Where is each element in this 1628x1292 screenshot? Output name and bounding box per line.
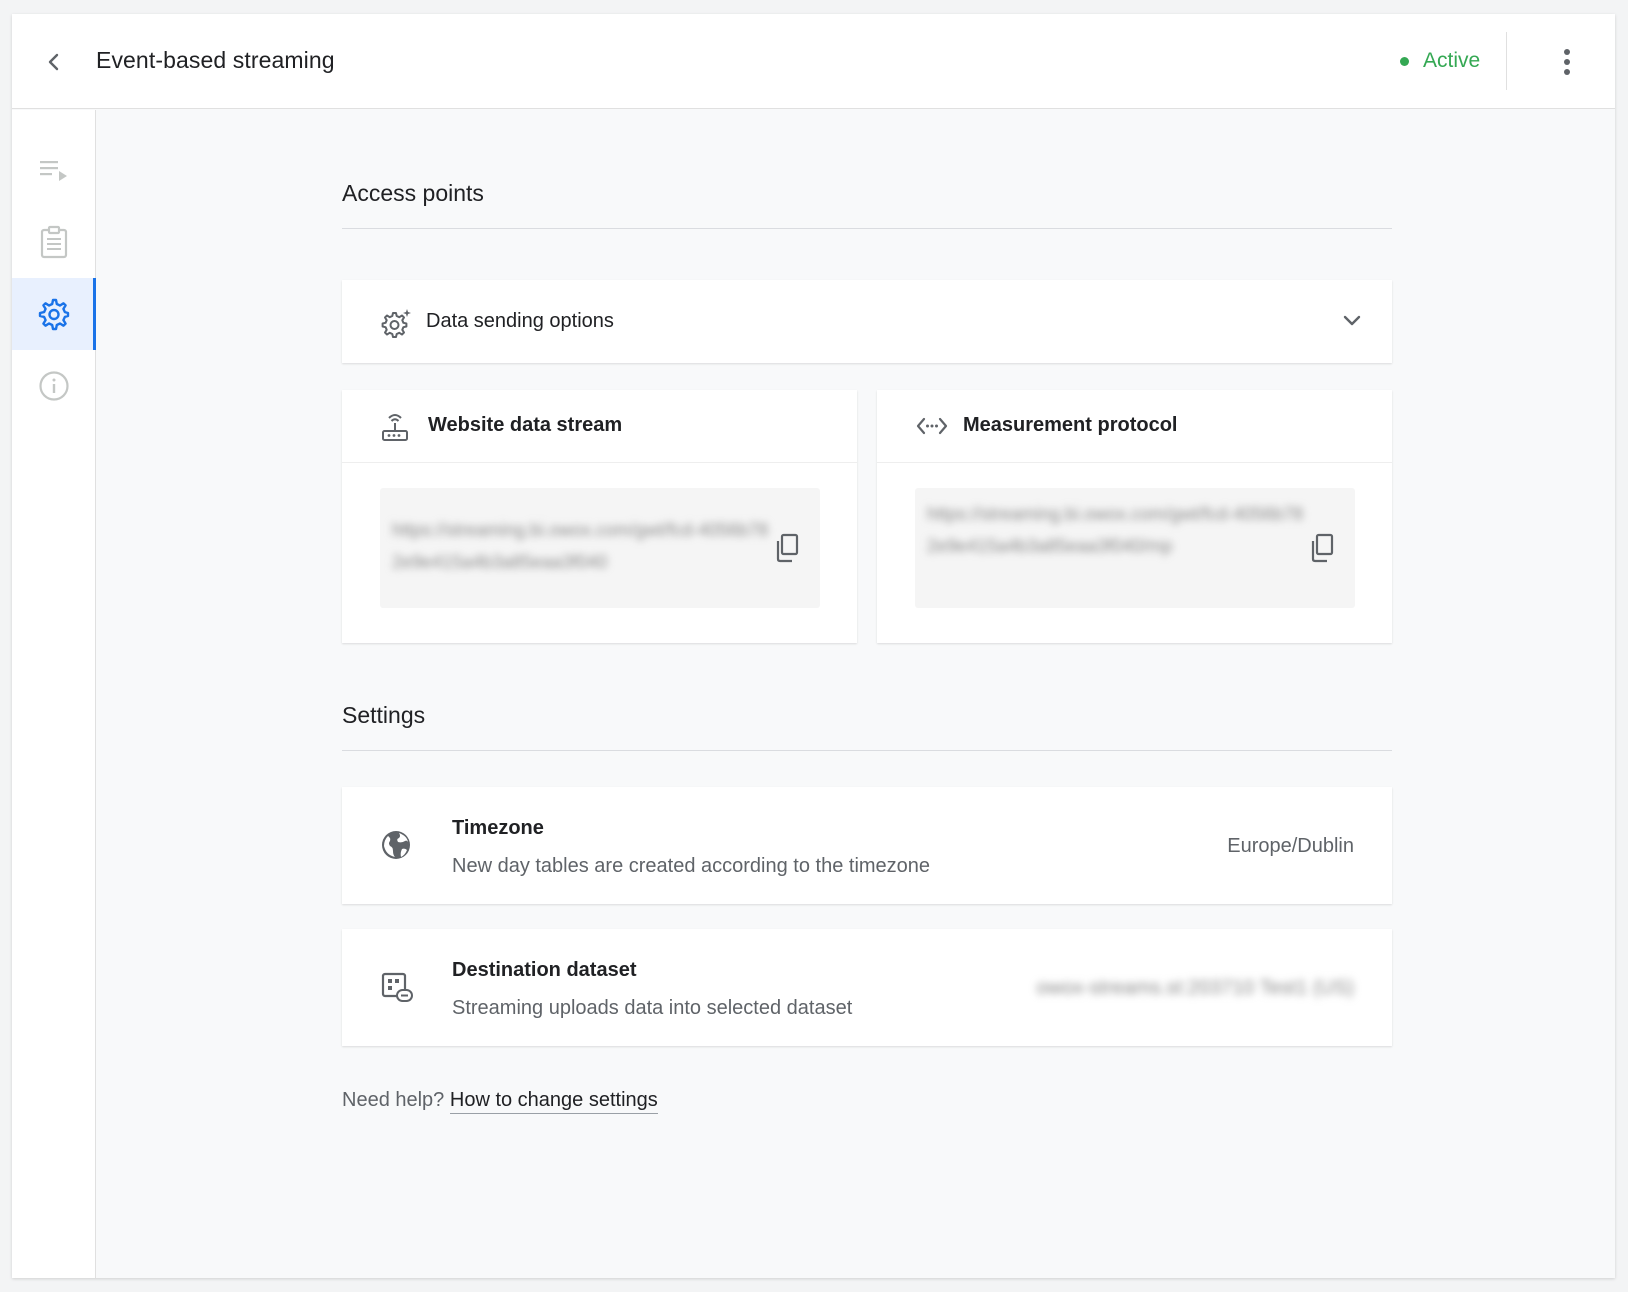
settings-heading: Settings (342, 702, 426, 728)
timezone-description: New day tables are created according to … (452, 855, 931, 877)
more-options-button[interactable] (1555, 46, 1579, 78)
header-divider (1506, 32, 1507, 90)
more-vert-icon (1564, 49, 1570, 75)
destination-dataset-title: Destination dataset (452, 959, 637, 981)
destination-dataset-value: owox-streams.st:203710 Test1 (US) (1036, 977, 1354, 999)
access-points-heading: Access points (342, 180, 484, 206)
page-title: Event-based streaming (96, 47, 335, 73)
measurement-protocol-header: Measurement protocol (877, 390, 1392, 463)
website-stream-url-box: https://streaming.bi.owox.com/gwt/fcd-40… (380, 488, 820, 608)
gear-icon (38, 298, 69, 331)
section-divider (342, 750, 1392, 751)
measurement-protocol-card: Measurement protocol https://streaming.b… (877, 390, 1392, 643)
sidebar-item-info[interactable] (12, 350, 96, 422)
status-label: Active (1423, 49, 1481, 72)
status-dot-icon (1400, 56, 1409, 66)
router-icon (382, 414, 408, 441)
copy-icon (776, 533, 799, 563)
data-sending-options-accordion[interactable]: Data sending options (342, 280, 1392, 363)
copy-measurement-url-button[interactable] (1307, 532, 1337, 564)
measurement-protocol-title: Measurement protocol (963, 414, 1178, 436)
sidebar-item-logs[interactable] (12, 206, 96, 278)
gear-sparkle-icon (381, 309, 411, 338)
website-data-stream-card: Website data stream https://streaming.bi… (342, 390, 857, 643)
sidebar (12, 110, 96, 1278)
page-header: Event-based streaming Active (12, 14, 1615, 109)
chevron-left-icon (48, 53, 59, 71)
playlist-icon (40, 161, 67, 181)
app-window: Event-based streaming Active Access poin… (12, 14, 1615, 1278)
status-badge: Active (1400, 49, 1480, 73)
help-prefix: Need help? (342, 1089, 445, 1111)
measurement-protocol-url-box: https://streaming.bi.owox.com/gwt/fcd-40… (915, 488, 1355, 608)
measurement-protocol-url[interactable]: https://streaming.bi.owox.com/gwt/fcd-40… (927, 498, 1305, 562)
website-stream-url[interactable]: https://streaming.bi.owox.com/gwt/fcd-40… (392, 514, 770, 578)
destination-dataset-card[interactable]: Destination dataset Streaming uploads da… (342, 929, 1392, 1046)
copy-website-url-button[interactable] (772, 532, 802, 564)
section-divider (342, 228, 1392, 229)
timezone-value: Europe/Dublin (1227, 835, 1354, 857)
timezone-title: Timezone (452, 817, 544, 839)
how-to-change-settings-link[interactable]: How to change settings (449, 1089, 658, 1114)
back-button[interactable] (40, 48, 68, 76)
copy-icon (1311, 533, 1334, 563)
destination-dataset-description: Streaming uploads data into selected dat… (452, 997, 853, 1019)
website-data-stream-header: Website data stream (342, 390, 857, 463)
dataset-link-icon (381, 972, 413, 1002)
data-sending-options-label: Data sending options (426, 310, 614, 332)
help-text: Need help? How to change settings (342, 1089, 658, 1114)
timezone-setting-card[interactable]: Timezone New day tables are created acco… (342, 787, 1392, 904)
chevron-down-icon (1343, 315, 1361, 326)
sidebar-item-queue[interactable] (12, 134, 96, 206)
info-icon (39, 371, 69, 401)
code-icon (916, 417, 948, 435)
sidebar-item-settings[interactable] (12, 278, 96, 350)
website-data-stream-title: Website data stream (428, 414, 623, 436)
clipboard-icon (40, 225, 68, 259)
globe-icon (382, 831, 410, 859)
